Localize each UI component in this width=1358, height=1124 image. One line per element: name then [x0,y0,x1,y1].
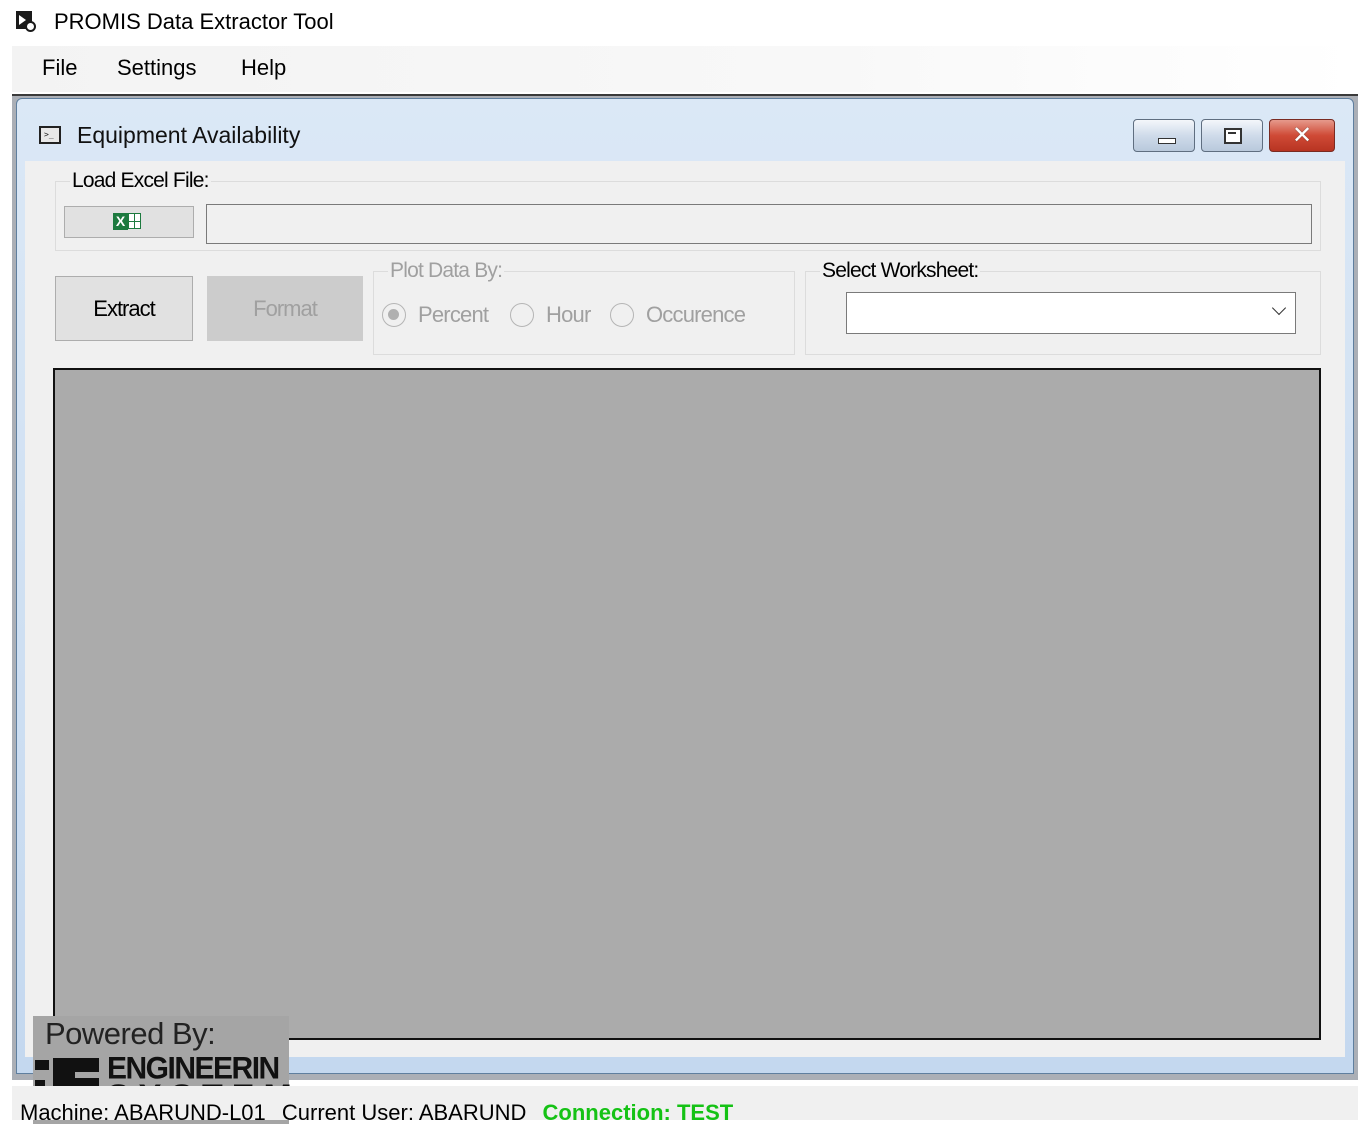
load-excel-button[interactable]: X [64,206,194,238]
minimize-icon [1158,138,1176,144]
menu-file[interactable]: File [42,55,77,81]
load-excel-label: Load Excel File: [70,169,211,193]
radio-percent[interactable]: Percent [382,302,502,330]
menu-help[interactable]: Help [241,55,286,81]
plot-data-by-label: Plot Data By: [388,259,505,283]
select-worksheet-label: Select Worksheet: [820,259,981,283]
status-machine: Machine: ABARUND-L01 [20,1100,266,1120]
maximize-button[interactable] [1201,119,1263,152]
excel-file-path-field[interactable] [206,204,1312,244]
select-worksheet-group: Select Worksheet: [805,259,1321,355]
radio-hour[interactable]: Hour [510,302,606,330]
status-connection: Connection: TEST [542,1100,734,1120]
child-window-title: Equipment Availability [77,122,301,148]
radio-dot [610,303,634,327]
minimize-button[interactable] [1133,119,1195,152]
status-text: Machine: ABARUND-L01 Current User: ABARU… [20,1100,733,1120]
radio-dot-selected [382,303,406,327]
plot-data-by-group: Plot Data By: Percent Hour Occurence [373,259,795,355]
child-titlebar[interactable]: >_ Equipment Availability ✕ [17,99,1353,161]
close-icon: ✕ [1292,121,1313,149]
equipment-availability-window: >_ Equipment Availability ✕ Load Excel F… [16,98,1354,1124]
maximize-icon [1224,128,1242,144]
worksheet-dropdown[interactable] [846,292,1296,334]
child-client-area: Load Excel File: X Extract Format Plot D… [25,161,1345,1124]
radio-hour-label: Hour [546,302,591,327]
excel-icon: X [113,212,145,232]
powered-by-label: Powered By: [45,1016,216,1051]
console-icon: >_ [39,126,61,144]
menu-bar: File Settings Help [12,46,1358,92]
extract-button[interactable]: Extract [55,276,193,341]
radio-occurence-label: Occurence [646,302,746,327]
radio-occurence[interactable]: Occurence [610,302,770,330]
app-title: PROMIS Data Extractor Tool [54,9,334,34]
menu-settings[interactable]: Settings [117,55,197,81]
plot-area [53,368,1321,1040]
chevron-down-icon[interactable] [1273,303,1285,315]
radio-percent-label: Percent [418,302,489,327]
status-user: Current User: ABARUND [281,1100,527,1120]
app-titlebar: PROMIS Data Extractor Tool [0,0,1358,44]
load-excel-group: Load Excel File: X [55,169,1321,251]
status-bar: Machine: ABARUND-L01 Current User: ABARU… [12,1086,1358,1120]
app-icon [16,11,36,32]
radio-dot [510,303,534,327]
close-button[interactable]: ✕ [1269,119,1335,152]
format-button[interactable]: Format [207,276,363,341]
